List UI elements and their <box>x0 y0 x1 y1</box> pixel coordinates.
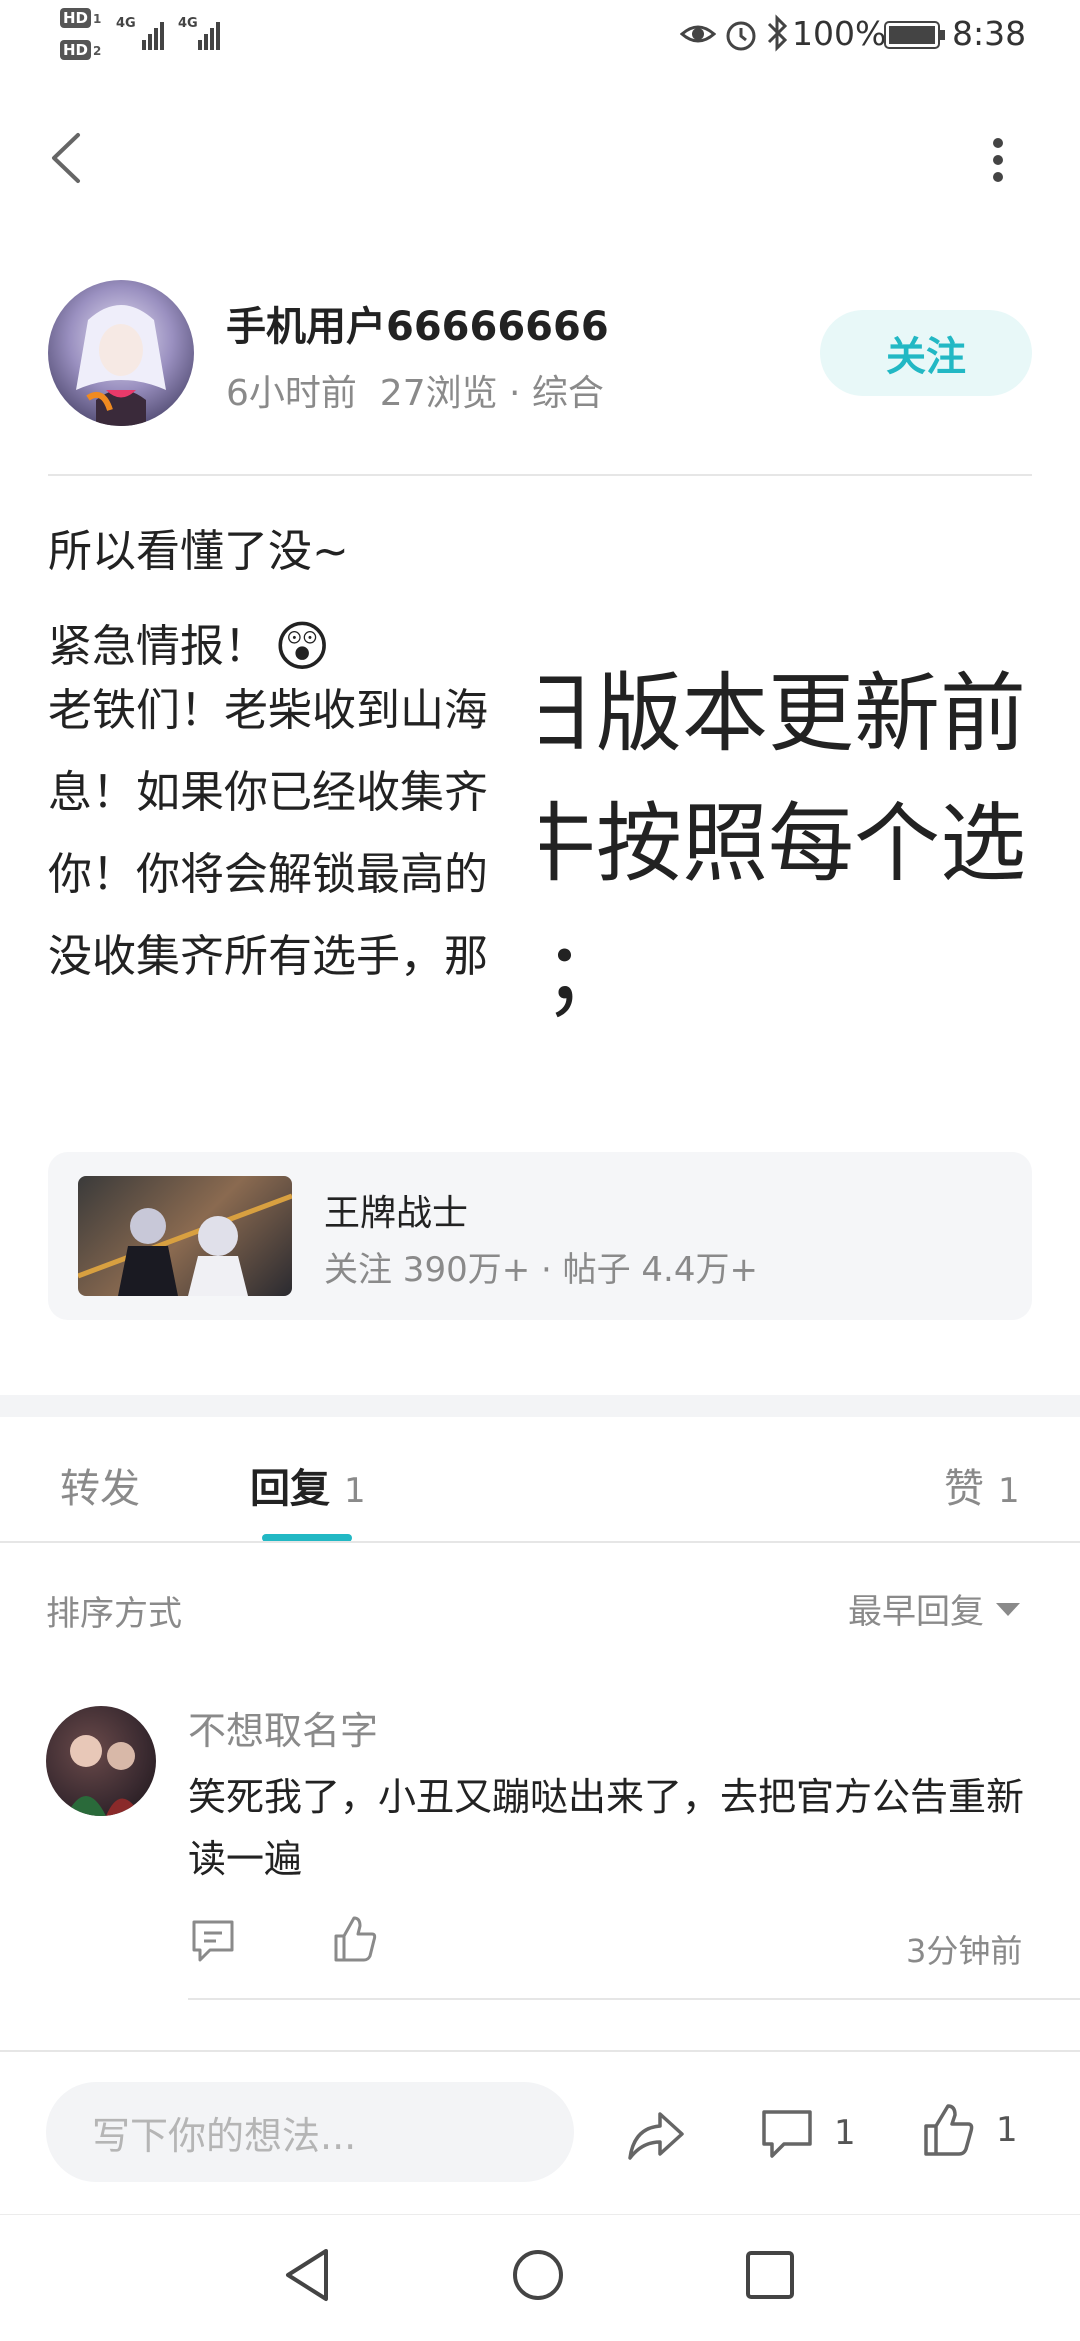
author-avatar[interactable] <box>48 280 194 426</box>
signal-bars-icon <box>142 22 164 50</box>
post-body-clipped: 老铁们！老柴收到山海 息！如果你已经收集齐 你！你将会解锁最高的 没收集齐所有选… <box>48 670 538 1010</box>
nav-recents-square-icon[interactable] <box>744 2249 796 2301</box>
sort-value: 最早回复 <box>848 1592 984 1632</box>
sort-dropdown[interactable]: 最早回复 <box>848 1584 1022 1633</box>
thumbs-up-icon <box>924 2104 974 2156</box>
alarm-icon <box>726 21 756 51</box>
hd1-number: 1 <box>93 12 102 26</box>
tabs-divider <box>0 1541 1080 1543</box>
reply-username[interactable]: 不想取名字 <box>188 1700 378 1755</box>
forum-stats: 关注 390万+ · 帖子 4.4万+ <box>324 1250 758 1290</box>
post-line-3: 老铁们！老柴收到山海 <box>48 685 488 736</box>
tab-likes-count: 1 <box>998 1471 1020 1511</box>
status-bar: HD 1 HD 2 4G 4G 100% 8:38 <box>0 0 1080 72</box>
post-meta: 6小时前 27浏览 · 综合 <box>226 373 604 414</box>
header-divider <box>48 474 1032 476</box>
hd2-label: HD <box>60 40 92 60</box>
post-image-overlay[interactable]: 日版本更新前 牛按照每个选 ：； <box>540 640 1030 1060</box>
overlay-line-2: 牛按照每个选 <box>540 793 1026 894</box>
signal-bars-icon <box>198 22 220 50</box>
system-nav-bar <box>0 2214 1080 2341</box>
comment-icon <box>762 2110 812 2158</box>
share-arrow-icon <box>628 2112 684 2160</box>
more-vertical-icon <box>993 138 1003 182</box>
follow-button[interactable]: 关注 <box>820 310 1032 396</box>
back-arrow-icon <box>52 133 80 183</box>
overlay-line-3: ：； <box>540 923 629 1024</box>
hd1-badge: HD 1 <box>60 8 101 28</box>
hd2-badge: HD 2 <box>60 40 101 60</box>
reply-text: 笑死我了，小丑又蹦哒出来了，去把官方公告重新读一遍 <box>188 1775 1025 1881</box>
clock: 8:38 <box>952 14 1027 53</box>
comment-input[interactable]: 写下你的想法... <box>46 2082 574 2182</box>
reply-divider <box>188 1998 1080 2000</box>
post-line-4: 息！如果你已经收集齐 <box>48 767 488 818</box>
back-button[interactable] <box>36 118 96 198</box>
tab-repost-label: 转发 <box>60 1466 140 1512</box>
reply-avatar-illustration <box>66 1735 141 1816</box>
forum-thumbnail <box>78 1176 292 1296</box>
sort-label: 排序方式 <box>46 1594 182 1634</box>
likes-count: 1 <box>996 2110 1018 2150</box>
bottom-bar-divider <box>0 2050 1080 2052</box>
post-line-2: 紧急情报！ <box>48 621 268 672</box>
comment-icon <box>192 1920 234 1962</box>
avatar-illustration <box>76 305 166 426</box>
battery-icon <box>884 21 945 49</box>
forum-name: 王牌战士 <box>324 1193 469 1234</box>
reply-comment-button[interactable] <box>190 1918 236 1964</box>
thumbs-up-icon <box>334 1916 377 1962</box>
tab-likes[interactable]: 赞1 <box>944 1456 1020 1514</box>
hd2-number: 2 <box>93 44 102 58</box>
comments-button[interactable]: 1 <box>760 2106 856 2160</box>
dropdown-triangle-icon <box>996 1602 1020 1616</box>
like-button[interactable]: 1 <box>922 2102 1018 2158</box>
reply-time: 3分钟前 <box>906 1932 1023 1970</box>
overlay-line-1: 日版本更新前 <box>540 663 1026 764</box>
nav-home-circle-icon[interactable] <box>510 2247 566 2303</box>
section-separator <box>0 1395 1080 1417</box>
reply-like-button[interactable] <box>332 1914 378 1964</box>
bluetooth-icon <box>767 14 788 52</box>
more-options-button[interactable] <box>970 124 1026 196</box>
hd1-label: HD <box>60 8 92 28</box>
comments-count: 1 <box>834 2113 856 2153</box>
tab-replies[interactable]: 回复 1 <box>250 1456 366 1514</box>
shocked-emoji-icon: 😲 <box>274 615 331 678</box>
eye-icon <box>680 25 716 43</box>
author-name[interactable]: 手机用户66666666 <box>226 294 609 352</box>
post-line-1: 所以看懂了没~ <box>48 526 349 577</box>
forum-card[interactable]: 王牌战士 关注 390万+ · 帖子 4.4万+ <box>48 1152 1032 1320</box>
forum-illustration <box>78 1193 292 1296</box>
nav-back-triangle-icon[interactable] <box>282 2247 332 2303</box>
post-line-5: 你！你将会解锁最高的 <box>48 849 488 900</box>
reply-avatar[interactable] <box>46 1706 156 1816</box>
post-line-6: 没收集齐所有选手，那 <box>48 931 488 982</box>
post-line-2-row: 紧急情报！ 😲 <box>48 620 330 674</box>
tab-likes-label: 赞 <box>944 1466 984 1512</box>
tab-replies-label: 回复 <box>250 1466 330 1512</box>
tab-replies-count: 1 <box>344 1471 366 1511</box>
tab-repost[interactable]: 转发 <box>60 1456 140 1514</box>
battery-percent: 100% <box>792 14 887 53</box>
share-button[interactable] <box>626 2108 686 2162</box>
